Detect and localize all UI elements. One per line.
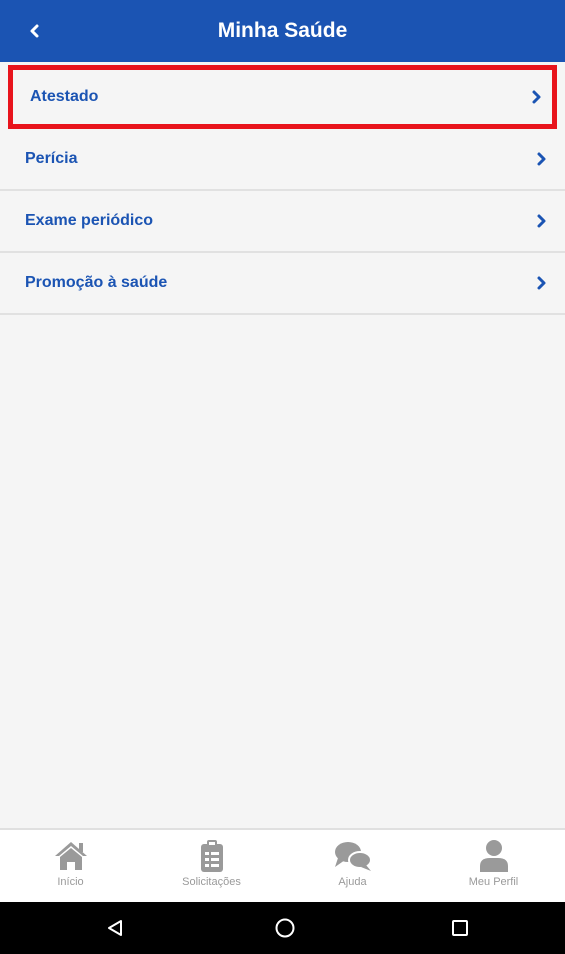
app-header: Minha Saúde [0, 0, 565, 62]
menu-item-promocao-saude[interactable]: Promoção à saúde [0, 253, 565, 315]
home-icon [54, 842, 87, 870]
bottom-nav: Início Solicitações Ajuda Meu Perfil [0, 828, 565, 904]
back-button[interactable] [0, 0, 70, 62]
page-title: Minha Saúde [217, 19, 348, 42]
nav-label: Ajuda [338, 876, 367, 888]
menu-item-label: Promoção à saúde [25, 274, 168, 291]
chevron-right-icon [537, 152, 546, 166]
chevron-right-icon [532, 90, 541, 104]
nav-label: Meu Perfil [468, 876, 519, 888]
system-navigation-bar [0, 902, 565, 954]
nav-item-solicitacoes[interactable]: Solicitações [141, 830, 282, 904]
system-home-button[interactable] [245, 902, 325, 954]
system-back-button[interactable] [75, 902, 155, 954]
menu-item-label: Exame periódico [25, 212, 154, 229]
system-recents-button[interactable] [420, 902, 500, 954]
recents-square-icon [452, 920, 468, 936]
menu-item-label: Atestado [30, 88, 99, 105]
nav-item-meu-perfil[interactable]: Meu Perfil [423, 830, 564, 904]
home-circle-icon [275, 918, 295, 938]
back-triangle-icon [108, 920, 122, 936]
chat-bubbles-icon [334, 842, 372, 871]
clipboard-icon [200, 840, 223, 872]
health-menu: Atestado Perícia Exame periódico Promoçã… [0, 62, 565, 315]
chevron-right-icon [537, 276, 546, 290]
user-icon [479, 840, 508, 872]
nav-item-ajuda[interactable]: Ajuda [282, 830, 423, 904]
nav-label: Início [57, 876, 84, 888]
chevron-right-icon [537, 214, 546, 228]
chevron-left-icon [30, 24, 39, 38]
nav-item-inicio[interactable]: Início [0, 830, 141, 904]
menu-item-exame-periodico[interactable]: Exame periódico [0, 191, 565, 253]
menu-item-atestado[interactable]: Atestado [8, 65, 557, 129]
menu-item-label: Perícia [25, 150, 78, 167]
menu-item-pericia[interactable]: Perícia [0, 129, 565, 191]
nav-label: Solicitações [182, 876, 241, 888]
